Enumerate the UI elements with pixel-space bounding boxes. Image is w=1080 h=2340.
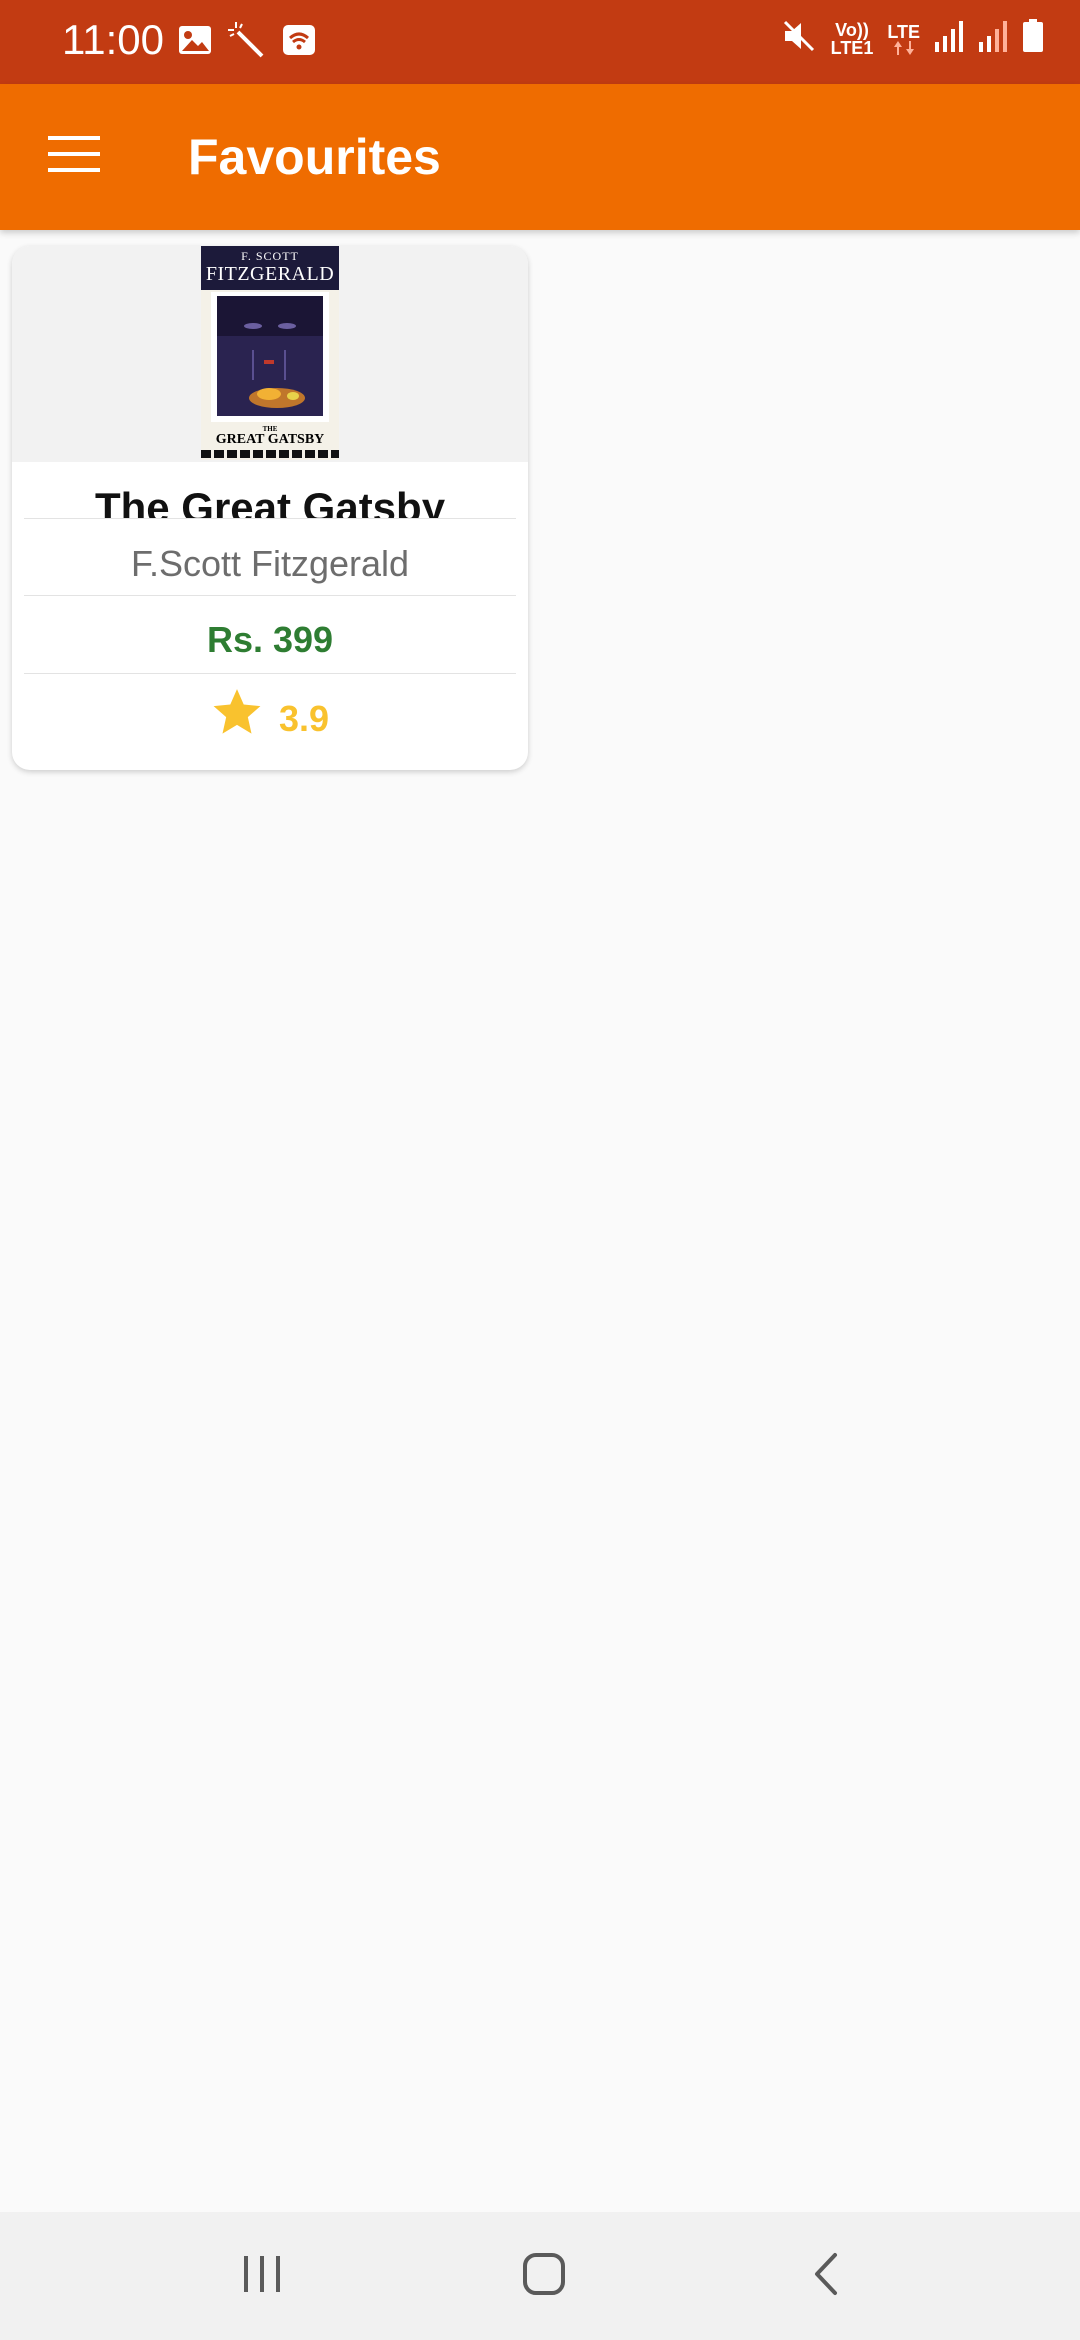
wifi-calling-icon [282, 24, 316, 61]
book-card[interactable]: F. SCOTT FITZGERALD THE GREAT GATSBY The… [12, 246, 528, 770]
mute-icon [781, 18, 817, 59]
app-bar: Favourites [0, 84, 1080, 230]
menu-icon [48, 135, 100, 177]
lte-icon: LTE [887, 23, 920, 55]
back-button[interactable] [778, 2236, 874, 2316]
volte-icon: Vo)) LTE1 [831, 21, 874, 57]
volte-label-top: Vo)) [835, 19, 869, 40]
battery-icon [1022, 19, 1044, 58]
volte-label-bottom: LTE1 [830, 37, 874, 58]
lte-label: LTE [887, 21, 920, 42]
status-right-icons: Vo)) LTE1 LTE [781, 18, 1044, 59]
book-cover: F. SCOTT FITZGERALD THE GREAT GATSBY [201, 246, 339, 460]
rating-value: 3.9 [278, 698, 330, 739]
home-button[interactable] [496, 2236, 592, 2316]
book-rating: 3.9 [12, 674, 528, 752]
cover-artwork [211, 292, 329, 422]
star-icon [211, 688, 263, 743]
signal-icon [934, 20, 964, 57]
image-icon [178, 25, 212, 60]
signal-icon [978, 20, 1008, 57]
home-icon [522, 2252, 566, 2301]
recent-apps-icon [240, 2254, 284, 2299]
book-cover-area: F. SCOTT FITZGERALD THE GREAT GATSBY [12, 246, 528, 462]
recent-apps-button[interactable] [214, 2236, 310, 2316]
status-time: 11:00 [62, 16, 164, 63]
cover-author-small: F. SCOTT [241, 249, 299, 263]
nav-bar [0, 2212, 1080, 2340]
cover-author-band: F. SCOTT FITZGERALD [201, 246, 339, 290]
cover-author-big: FITZGERALD [205, 263, 335, 285]
menu-button[interactable] [38, 120, 110, 192]
back-icon [811, 2252, 841, 2301]
cover-strip [201, 450, 339, 458]
page-title: Favourites [188, 129, 441, 185]
cover-title-main: GREAT GATSBY [215, 432, 325, 447]
status-bar: 11:00 Vo)) LTE1 LTE [0, 0, 1080, 84]
magic-wand-icon [228, 22, 266, 63]
cover-title: THE GREAT GATSBY [201, 426, 339, 447]
book-price: Rs. 399 [206, 619, 334, 660]
book-title: The Great Gatsby [94, 484, 446, 518]
book-author: F.Scott Fitzgerald [130, 543, 410, 584]
status-left-icons [178, 22, 316, 63]
